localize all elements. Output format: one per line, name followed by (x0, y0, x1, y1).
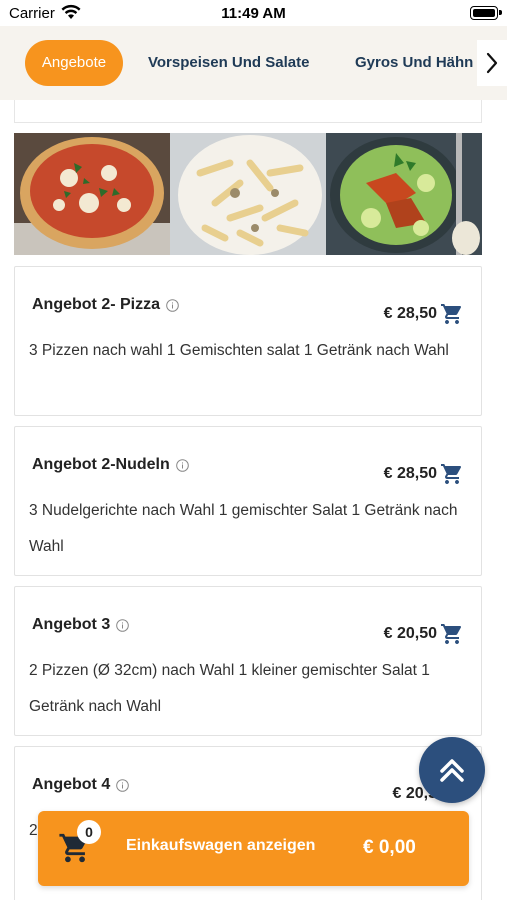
offer-title-row: Angebot 3 (32, 616, 130, 634)
category-tabs: Angebote Vorspeisen Und Salate Gyros Und… (0, 26, 507, 100)
offer-card[interactable]: Angebot 2- Pizza € 28,50 3 Pizzen nach w… (14, 266, 482, 416)
offer-card[interactable]: Angebot 3 € 20,50 2 Pizzen (Ø 32cm) nach… (14, 586, 482, 736)
info-icon[interactable] (116, 778, 130, 792)
salad-image (326, 133, 482, 255)
cart-count-badge: 0 (77, 820, 101, 844)
offer-price: € 28,50 (383, 305, 437, 322)
chevron-right-icon (486, 52, 498, 74)
view-cart-button[interactable]: 0 Einkaufswagen anzeigen € 0,00 (38, 811, 469, 886)
tab-vorspeisen-und-salate[interactable]: Vorspeisen Und Salate (148, 40, 309, 86)
cart-total: € 0,00 (363, 837, 416, 858)
offer-title-row: Angebot 2- Pizza (32, 296, 179, 314)
add-to-cart-icon[interactable] (440, 462, 464, 486)
previous-card-fragment (14, 100, 482, 123)
offer-title: Angebot 4 (32, 776, 111, 793)
offer-title-row: Angebot 4 (32, 776, 130, 794)
add-to-cart-icon[interactable] (440, 302, 464, 326)
pizza-image (14, 133, 170, 255)
pasta-image (170, 133, 326, 255)
app-screen: Carrier 11:49 AM Angebote Vorspeisen Und… (0, 0, 507, 900)
offer-title: Angebot 2- Pizza (32, 296, 161, 313)
offer-price: € 28,50 (383, 465, 437, 482)
offer-title: Angebot 3 (32, 616, 111, 633)
offer-title-row: Angebot 2-Nudeln (32, 456, 189, 474)
offer-description: 2 Pizzen (Ø 32cm) nach Wahl 1 kleiner ge… (29, 662, 430, 715)
offer-title: Angebot 2-Nudeln (32, 456, 170, 473)
offer-card[interactable]: Angebot 2-Nudeln € 28,50 3 Nudelgerichte… (14, 426, 482, 576)
battery-icon (470, 6, 502, 20)
offers-banner (14, 133, 482, 255)
add-to-cart-icon[interactable] (440, 622, 464, 646)
scroll-to-top-button[interactable] (419, 737, 485, 803)
double-chevron-up-icon (440, 759, 464, 782)
tab-angebote[interactable]: Angebote (25, 40, 123, 86)
offer-price: € 20,50 (383, 625, 437, 642)
offer-description: 3 Nudelgerichte nach Wahl 1 gemischter S… (29, 502, 458, 555)
clock: 11:49 AM (221, 5, 286, 22)
status-bar: Carrier 11:49 AM (0, 0, 507, 26)
tabs-next-button[interactable] (477, 40, 507, 86)
info-icon[interactable] (166, 298, 179, 312)
info-icon[interactable] (116, 618, 130, 632)
offer-description: 3 Pizzen nach wahl 1 Gemischten salat 1 … (29, 342, 449, 359)
cart-label: Einkaufswagen anzeigen (126, 837, 316, 854)
tab-gyros-und-haehnchen[interactable]: Gyros Und Hähn (355, 40, 473, 86)
info-icon[interactable] (175, 458, 189, 472)
